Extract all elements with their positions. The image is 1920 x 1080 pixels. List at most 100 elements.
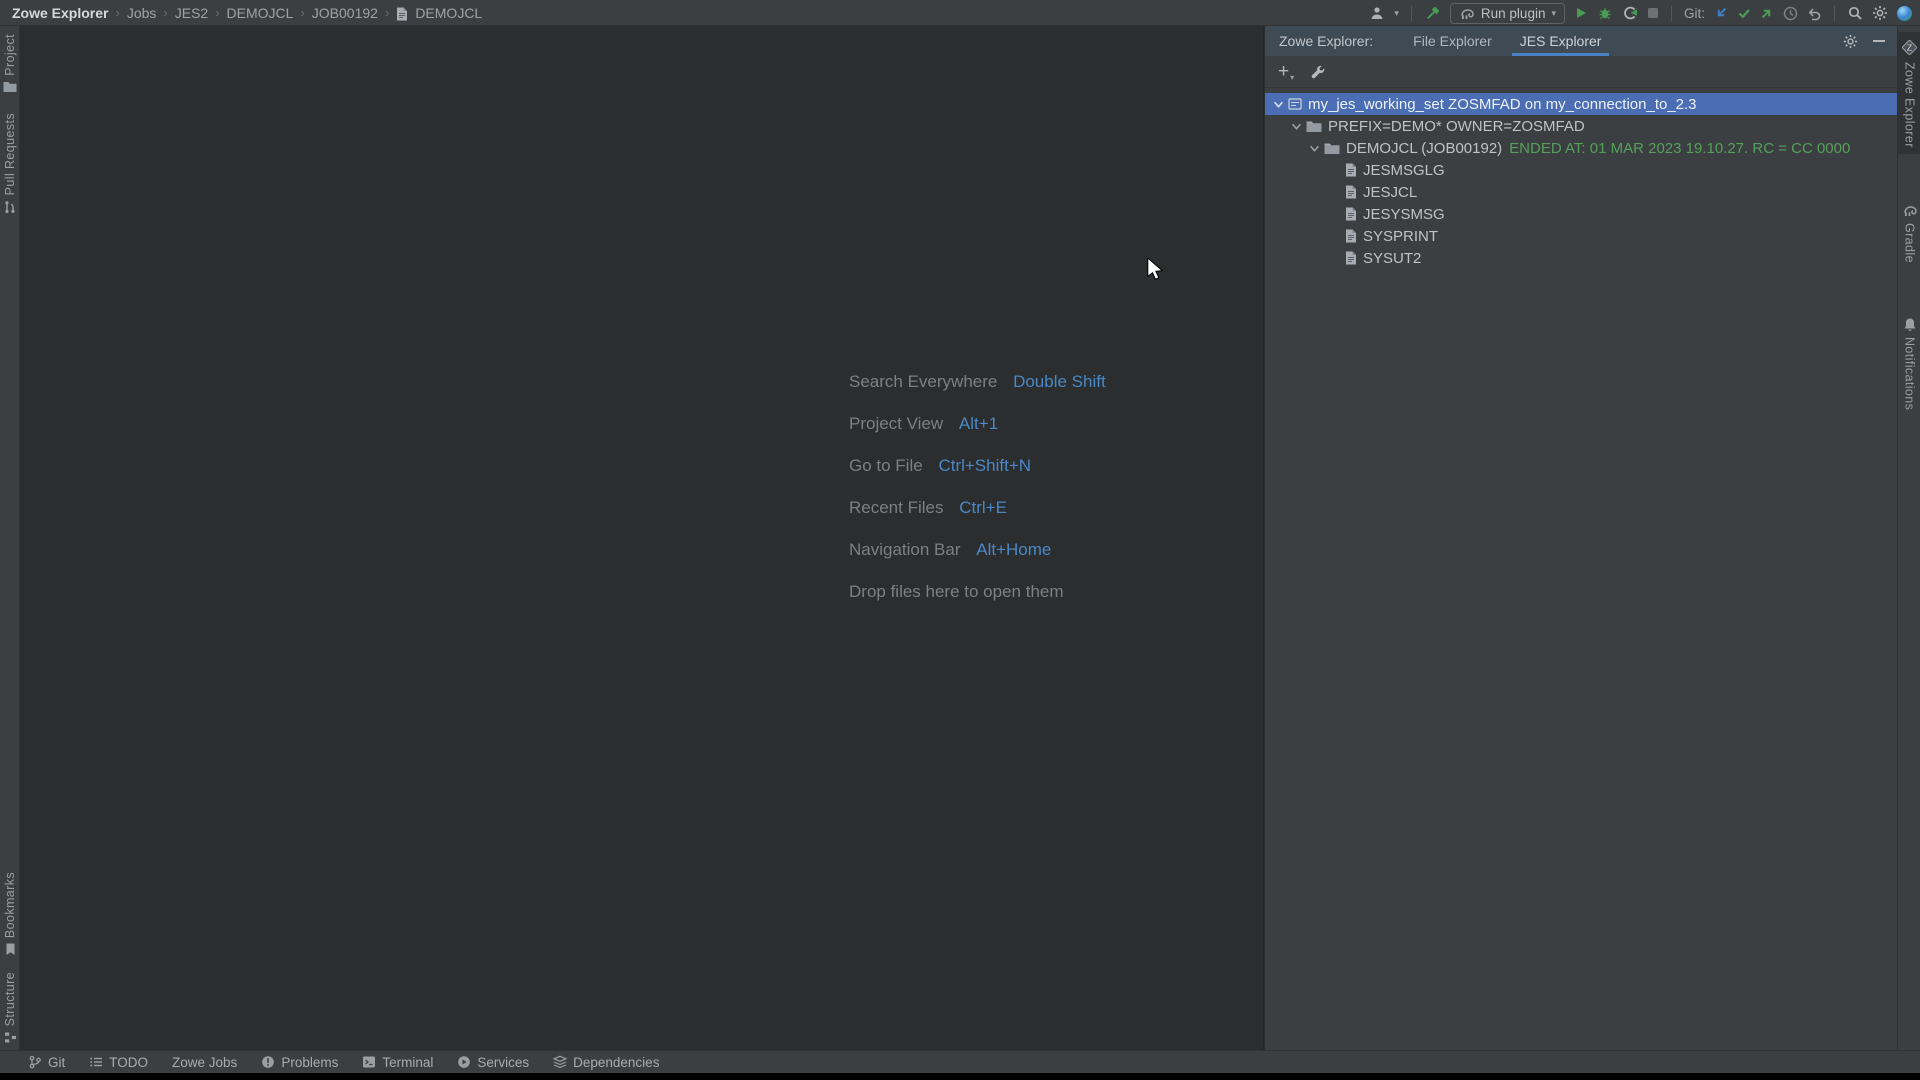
debug-icon[interactable] <box>1597 5 1613 21</box>
zowe-explorer-tool-window: Zowe Explorer: File Explorer JES Explore… <box>1265 26 1897 1050</box>
tree-item-label: JESMSGLG <box>1363 162 1445 179</box>
services-icon <box>457 1055 471 1069</box>
statusbar-services[interactable]: Services <box>445 1055 541 1070</box>
svg-text:Z: Z <box>1907 43 1912 53</box>
window-bottom-edge <box>0 1073 1920 1080</box>
user-icon[interactable] <box>1369 5 1385 21</box>
breadcrumb-demojcl[interactable]: DEMOJCL <box>227 5 294 21</box>
statusbar-terminal[interactable]: Terminal <box>350 1055 445 1070</box>
shortcut-key[interactable]: Alt+Home <box>976 540 1051 559</box>
editor-area: Search Everywhere Double Shift Project V… <box>21 26 1264 1050</box>
toolbar-divider <box>1834 6 1835 21</box>
tool-button-gradle[interactable]: Gradle <box>1898 196 1920 269</box>
shortcut-key[interactable]: Alt+1 <box>959 414 998 433</box>
tab-jes-explorer[interactable]: JES Explorer <box>1506 26 1616 56</box>
main-toolbar: ▾ Run plugin ▾ <box>1369 0 1912 26</box>
tool-button-bookmarks[interactable]: Bookmarks <box>3 872 17 956</box>
shortcut-key[interactable]: Double Shift <box>1013 372 1106 391</box>
document-icon <box>1345 251 1357 265</box>
layers-icon <box>553 1055 567 1069</box>
tool-window-header: Zowe Explorer: File Explorer JES Explore… <box>1265 26 1897 56</box>
build-hammer-icon[interactable] <box>1424 5 1441 22</box>
jes-explorer-tree: my_jes_working_set ZOSMFAD on my_connect… <box>1265 88 1897 269</box>
breadcrumb: Zowe Explorer › Jobs › JES2 › DEMOJCL › … <box>0 5 482 21</box>
document-icon <box>396 7 408 21</box>
add-icon[interactable]: +▾ <box>1278 64 1294 80</box>
statusbar-dependencies[interactable]: Dependencies <box>541 1055 671 1070</box>
breadcrumb-jobs[interactable]: Jobs <box>127 5 157 21</box>
run-with-coverage-icon[interactable] <box>1622 5 1638 21</box>
chevron-down-icon[interactable] <box>1307 143 1321 154</box>
statusbar-problems[interactable]: Problems <box>249 1055 350 1070</box>
job-status-text: ENDED AT: 01 MAR 2023 19.10.27. RC = CC … <box>1509 140 1850 157</box>
wrench-icon[interactable] <box>1310 64 1326 80</box>
shortcut-row: Search Everywhere Double Shift <box>849 372 1106 392</box>
gradle-icon <box>1459 5 1475 21</box>
document-icon <box>1345 207 1357 221</box>
working-set-icon <box>1288 97 1302 111</box>
tree-item-label: my_jes_working_set ZOSMFAD on my_connect… <box>1308 96 1697 113</box>
tool-button-notifications[interactable]: Notifications <box>1898 311 1920 416</box>
pull-request-icon <box>3 200 17 214</box>
tree-item-label: SYSPRINT <box>1363 228 1438 245</box>
tree-item-jesjcl[interactable]: JESJCL <box>1265 181 1897 203</box>
chevron-down-icon: ▾ <box>1290 73 1294 82</box>
tree-item-label: JESYSMSG <box>1363 206 1445 223</box>
breadcrumb-jes2[interactable]: JES2 <box>175 5 208 21</box>
tree-item-jesysmsg[interactable]: JESYSMSG <box>1265 203 1897 225</box>
shortcut-key[interactable]: Ctrl+Shift+N <box>938 456 1031 475</box>
tree-item-label: PREFIX=DEMO* OWNER=ZOSMFAD <box>1328 118 1585 135</box>
tree-item-working-set[interactable]: my_jes_working_set ZOSMFAD on my_connect… <box>1265 93 1897 115</box>
breadcrumb-job00192[interactable]: JOB00192 <box>312 5 378 21</box>
shortcut-label: Search Everywhere <box>849 372 997 391</box>
bookmark-icon <box>5 943 16 956</box>
rollback-icon[interactable] <box>1807 6 1822 21</box>
settings-icon[interactable] <box>1872 5 1888 21</box>
statusbar-todo[interactable]: TODO <box>77 1055 160 1070</box>
right-tool-stripe: Z Zowe Explorer Gradle Notifications <box>1897 26 1920 1050</box>
tree-item-sysprint[interactable]: SYSPRINT <box>1265 225 1897 247</box>
breadcrumb-separator: › <box>385 5 389 20</box>
stop-icon <box>1647 7 1659 19</box>
chevron-down-icon[interactable] <box>1289 121 1303 132</box>
toolbar-divider <box>1671 6 1672 21</box>
search-icon[interactable] <box>1847 5 1863 21</box>
ide-logo-icon[interactable] <box>1897 6 1912 21</box>
tree-item-label: SYSUT2 <box>1363 250 1421 267</box>
folder-icon <box>1306 120 1322 133</box>
statusbar-zowe-jobs[interactable]: Zowe Jobs <box>160 1055 249 1070</box>
run-icon[interactable] <box>1574 6 1588 20</box>
tree-item-prefix-filter[interactable]: PREFIX=DEMO* OWNER=ZOSMFAD <box>1265 115 1897 137</box>
git-push-icon[interactable] <box>1760 6 1774 20</box>
git-label: Git: <box>1684 6 1705 21</box>
left-tool-stripe: Project Pull Requests Bookmarks Struc <box>0 26 20 1050</box>
tool-button-project[interactable]: Project <box>3 34 17 93</box>
shortcut-key[interactable]: Ctrl+E <box>959 498 1007 517</box>
git-commit-icon[interactable] <box>1737 6 1751 20</box>
breadcrumb-file-demojcl[interactable]: DEMOJCL <box>415 5 482 21</box>
breadcrumb-separator: › <box>300 5 304 20</box>
tree-item-job-demojcl[interactable]: DEMOJCL (JOB00192) ENDED AT: 01 MAR 2023… <box>1265 137 1897 159</box>
tab-file-explorer[interactable]: File Explorer <box>1399 26 1506 56</box>
mouse-cursor <box>1146 258 1166 281</box>
run-configuration-select[interactable]: Run plugin ▾ <box>1450 3 1565 24</box>
breadcrumb-separator: › <box>115 5 119 20</box>
shortcut-label: Project View <box>849 414 943 433</box>
tool-button-zowe-explorer[interactable]: Z Zowe Explorer <box>1898 32 1920 154</box>
tree-item-sysut2[interactable]: SYSUT2 <box>1265 247 1897 269</box>
shortcut-label: Navigation Bar <box>849 540 961 559</box>
hide-tool-window-icon[interactable] <box>1873 40 1885 42</box>
git-update-icon[interactable] <box>1714 6 1728 20</box>
shortcut-row: Recent Files Ctrl+E <box>849 498 1106 518</box>
breadcrumb-separator: › <box>163 5 167 20</box>
statusbar-git[interactable]: Git <box>16 1055 77 1070</box>
breadcrumb-root[interactable]: Zowe Explorer <box>12 5 108 21</box>
titlebar: Zowe Explorer › Jobs › JES2 › DEMOJCL › … <box>0 0 1920 26</box>
tree-item-jesmsglg[interactable]: JESMSGLG <box>1265 159 1897 181</box>
tool-button-pull-requests[interactable]: Pull Requests <box>3 113 17 214</box>
settings-icon[interactable] <box>1843 34 1858 49</box>
shortcut-row: Navigation Bar Alt+Home <box>849 540 1106 560</box>
chevron-down-icon[interactable] <box>1271 99 1285 110</box>
folder-icon <box>3 81 17 93</box>
tool-button-structure[interactable]: Structure <box>3 972 17 1044</box>
